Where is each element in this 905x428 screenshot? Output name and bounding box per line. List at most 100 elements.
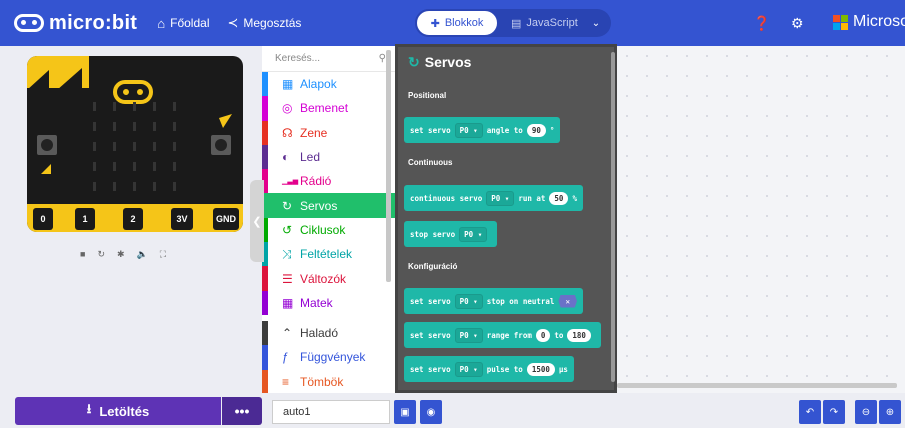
toolbox-category-label: Bemenet [300, 101, 349, 116]
home-label: Főoldal [170, 16, 210, 30]
section-config: Konfiguráció [408, 262, 458, 271]
toolbox-category-bemenet[interactable]: ◎ Bemenet [262, 96, 395, 121]
restart-icon[interactable]: ↻ [97, 249, 105, 260]
js-icon: ▤ [511, 17, 522, 30]
collapse-simulator-button[interactable]: ❮ [250, 180, 264, 262]
toolbox-category-label: Függvények [300, 350, 366, 365]
pin-dropdown[interactable]: P0 ▾ [454, 122, 483, 138]
microbit-logo[interactable]: micro:bit [14, 12, 137, 35]
more-options-button[interactable]: ••• [222, 397, 262, 425]
gear-icon[interactable]: ⚙ [791, 15, 804, 32]
save-button[interactable]: ▣ [394, 400, 416, 424]
block-set-servo-angle[interactable]: set servo P0 ▾ angle to 90 ° [404, 117, 561, 143]
project-name-input[interactable]: auto1 [272, 400, 390, 424]
led-matrix [85, 102, 185, 191]
speed-value[interactable]: 50 [549, 191, 569, 205]
help-icon[interactable]: ❓ [753, 15, 770, 32]
blocks-tab[interactable]: ✚ Blokkok [415, 9, 499, 37]
range-to-value[interactable]: 180 [567, 328, 591, 342]
logo-text: micro:bit [49, 11, 138, 34]
range-from-value[interactable]: 0 [535, 328, 551, 342]
calculator-icon: ▦ [282, 295, 294, 310]
blocks-workspace[interactable] [617, 46, 905, 393]
home-button[interactable]: ⌂ Főoldal [157, 16, 209, 31]
toolbox-category-feltételek[interactable]: ⤨ Feltételek [262, 242, 395, 267]
microsoft-label: Microsoft [853, 13, 905, 30]
javascript-tab[interactable]: ▤ JavaScript [511, 17, 578, 30]
workspace-scrollbar[interactable] [617, 383, 897, 388]
zoom-in-button[interactable]: ⊕ [879, 400, 901, 424]
toolbox-category-servos[interactable]: ↻ Servos [262, 193, 395, 218]
toolbox-category-alapok[interactable]: ▦ Alapok [262, 72, 395, 97]
refresh-icon: ↻ [408, 54, 420, 70]
slowmo-icon[interactable]: ✱ [117, 249, 125, 260]
toolbox-scrollbar[interactable] [386, 50, 391, 282]
toolbox-category-label: Változók [300, 271, 347, 286]
block-stop-on-neutral[interactable]: set servo P0 ▾ stop on neutral ✕ [404, 288, 583, 314]
sound-icon[interactable]: 🔈 [137, 249, 148, 260]
toolbox-category-ciklusok[interactable]: ↺ Ciklusok [262, 217, 395, 243]
share-button[interactable]: ≺ Megosztás [227, 15, 301, 31]
pin-0[interactable]: 0 [33, 208, 53, 230]
simulator-panel: 0 1 2 3V GND ■ ↻ ✱ 🔈 ⛶ [0, 46, 262, 393]
search-placeholder: Keresés... [275, 53, 321, 64]
toolbox-category-zene[interactable]: ☊ Zene [262, 120, 395, 145]
pin-dropdown[interactable]: P0 ▾ [486, 190, 515, 206]
toolbox-category-label: Zene [300, 125, 328, 140]
microsoft-logo-icon[interactable] [833, 15, 849, 31]
undo-icon: ↶ [805, 406, 815, 418]
list-icon: ≡ [282, 374, 290, 389]
button-a[interactable] [37, 135, 57, 155]
redo-icon: ↷ [829, 406, 839, 418]
puzzle-icon: ✚ [430, 17, 440, 30]
toolbox-category-label: Led [300, 150, 321, 165]
block-continuous-servo[interactable]: continuous servo P0 ▾ run at 50% [404, 185, 583, 211]
pin-dropdown[interactable]: P0 ▾ [459, 226, 488, 242]
toolbox-category-label: Ciklusok [300, 222, 346, 237]
toolbox-category-tömbök[interactable]: ≡ Tömbök [262, 369, 395, 394]
toolbox-category-led[interactable]: ◐ Led [262, 144, 395, 170]
target-icon: ◎ [282, 101, 293, 116]
undo-button[interactable]: ↶ [799, 400, 821, 424]
redo-button[interactable]: ↷ [823, 400, 845, 424]
section-continuous: Continuous [408, 158, 453, 167]
pulse-value[interactable]: 1500 [526, 362, 555, 376]
editor-toggle: ✚ Blokkok ▤ JavaScript ⌄ [415, 9, 611, 37]
toolbox-category-matek[interactable]: ▦ Matek [262, 290, 395, 315]
button-b[interactable] [211, 135, 231, 155]
toolbox-category-rádió[interactable]: ▁▃▅ Rádió [262, 169, 395, 194]
pin-2[interactable]: 2 [123, 208, 143, 230]
neutral-toggle[interactable]: ✕ [558, 294, 577, 308]
share-label: Megosztás [243, 16, 302, 30]
zoom-out-button[interactable]: ⊖ [855, 400, 877, 424]
pin-dropdown[interactable]: P0 ▾ [454, 293, 483, 309]
chevron-up-icon: ⌃ [282, 326, 293, 341]
chevron-down-icon[interactable]: ⌄ [592, 18, 600, 29]
block-set-pulse[interactable]: set servo P0 ▾ pulse to 1500 μs [404, 356, 574, 382]
block-set-range[interactable]: set servo P0 ▾ range from 0 to 180 [404, 322, 601, 348]
section-positional: Positional [408, 91, 447, 100]
pin-3v[interactable]: 3V [171, 208, 193, 230]
angle-value[interactable]: 90 [526, 123, 546, 137]
zoom-in-icon: ⊕ [885, 406, 895, 418]
download-button[interactable]: ⭳ Letöltés [15, 397, 221, 425]
toolbox-category-label: Tömbök [300, 374, 344, 389]
download-icon: ⭳ [86, 401, 92, 416]
fullscreen-icon[interactable]: ⛶ [160, 249, 166, 260]
pin-dropdown[interactable]: P0 ▾ [454, 361, 483, 377]
pin-1[interactable]: 1 [75, 208, 95, 230]
pin-gnd[interactable]: GND [213, 208, 239, 230]
block-stop-servo[interactable]: stop servo P0 ▾ [404, 221, 498, 247]
toolbox-category-függvények[interactable]: ƒ Függvények [262, 345, 395, 370]
refresh-icon: ↻ [282, 198, 293, 213]
flyout-scrollbar[interactable] [611, 52, 615, 382]
flyout-title: ↻ Servos [408, 54, 471, 71]
toolbox-category-változók[interactable]: ☰ Változók [262, 266, 395, 291]
stop-icon[interactable]: ■ [80, 249, 85, 260]
toolbox-category-label: Matek [300, 295, 333, 310]
toggle-icon: ◐ [282, 150, 290, 165]
search-input[interactable]: Keresés... ⚲ [262, 46, 395, 72]
github-button[interactable]: ◉ [420, 400, 442, 424]
toolbox-category-haladó[interactable]: ⌃ Haladó [262, 320, 395, 346]
pin-dropdown[interactable]: P0 ▾ [454, 327, 483, 343]
